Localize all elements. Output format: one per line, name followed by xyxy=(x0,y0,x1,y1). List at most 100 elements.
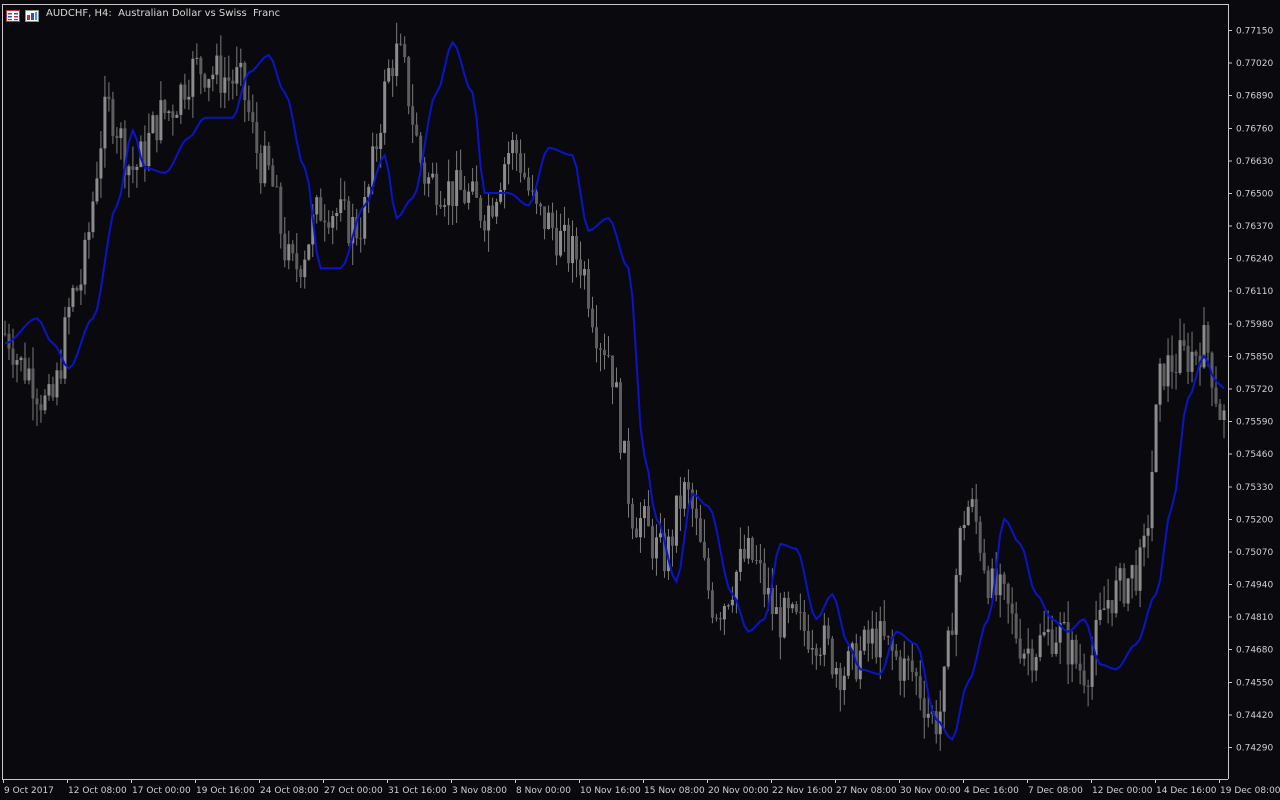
candle-body xyxy=(171,111,175,118)
candle-body xyxy=(1218,403,1222,420)
candle-body xyxy=(63,317,67,379)
candle-body xyxy=(275,186,279,188)
candle-body xyxy=(966,506,970,525)
candle-body xyxy=(646,506,650,527)
candle-body xyxy=(1114,580,1118,614)
candle-body xyxy=(431,173,435,178)
candle-body xyxy=(211,74,215,80)
candle-body xyxy=(379,132,383,149)
candle-body xyxy=(599,348,603,350)
price-label: 0.75590 xyxy=(1236,418,1273,428)
candle-body xyxy=(842,675,846,691)
candle-body xyxy=(902,658,906,681)
candle-body xyxy=(762,563,766,595)
candle-body xyxy=(127,166,131,176)
candle-body xyxy=(786,597,790,609)
chart-window[interactable]: AUDCHF, H4: Australian Dollar vs Swiss F… xyxy=(0,0,1280,800)
candle-body xyxy=(195,57,199,59)
candle-body xyxy=(511,140,515,154)
candle-body xyxy=(307,244,311,260)
candle-body xyxy=(810,648,814,650)
candle-body xyxy=(1018,638,1022,659)
candle-body xyxy=(271,165,275,187)
candle-body xyxy=(654,537,658,559)
candle-body xyxy=(463,189,467,203)
candle-body xyxy=(135,166,139,170)
time-label: 19 Oct 16:00 xyxy=(196,786,255,796)
candle-body xyxy=(283,233,287,261)
time-label: 19 Dec 08:00 xyxy=(1220,786,1280,796)
candle-body xyxy=(1182,340,1186,346)
candle-body xyxy=(1070,639,1074,665)
candle-body xyxy=(1110,600,1114,614)
price-label: 0.76760 xyxy=(1236,124,1273,134)
candle-body xyxy=(722,605,726,620)
candle-body xyxy=(918,676,922,699)
candle-body xyxy=(151,115,155,134)
candle-body xyxy=(942,666,946,712)
candle-body xyxy=(1142,535,1146,548)
candle-body xyxy=(886,635,890,638)
candle-body xyxy=(411,106,415,125)
candle-body xyxy=(427,177,431,184)
candle-body xyxy=(295,253,299,270)
candle-body xyxy=(567,224,571,264)
candle-body xyxy=(914,671,918,677)
candle-body xyxy=(1082,670,1086,686)
candle-body xyxy=(435,173,439,205)
candle-body xyxy=(758,560,762,564)
candle-body xyxy=(750,537,754,560)
price-label: 0.74810 xyxy=(1236,613,1273,623)
candle-body xyxy=(638,518,642,538)
candle-body xyxy=(910,660,914,672)
candle-body xyxy=(738,548,742,572)
candle-body xyxy=(682,482,686,509)
candle-body xyxy=(179,84,183,115)
candle-body xyxy=(730,599,734,606)
candle-body xyxy=(1026,648,1030,654)
candle-body xyxy=(1002,574,1006,584)
candle-body xyxy=(626,440,630,504)
candle-body xyxy=(742,548,746,559)
candle-body xyxy=(75,287,79,291)
candle-body xyxy=(1134,565,1138,591)
candle-body xyxy=(998,574,1002,596)
candle-body xyxy=(814,648,818,656)
candle-body xyxy=(475,181,479,198)
candle-body xyxy=(235,67,239,84)
candle-body xyxy=(958,528,962,576)
candle-body xyxy=(131,166,135,170)
candle-body xyxy=(970,499,974,507)
candle-body xyxy=(535,191,539,204)
candle-body xyxy=(339,199,343,213)
candle-body xyxy=(167,111,171,114)
candle-body xyxy=(447,181,451,206)
candle-body xyxy=(1106,600,1110,609)
candle-body xyxy=(1006,583,1010,604)
candle-body xyxy=(327,222,331,228)
candle-body xyxy=(51,384,55,398)
candle-body xyxy=(950,630,954,635)
candle-body xyxy=(407,57,411,107)
candle-body xyxy=(503,164,507,190)
candle-body xyxy=(1214,387,1218,404)
time-label: 8 Nov 00:00 xyxy=(516,786,571,796)
price-chart[interactable]: 0.77150 0.77020 0.76890 0.76760 0.76630 0.765… xyxy=(0,0,1280,800)
candle-body xyxy=(19,357,23,361)
candle-body xyxy=(579,259,583,276)
candle-body xyxy=(946,630,950,667)
candle-body xyxy=(199,57,203,75)
candle-body xyxy=(986,570,990,599)
candle-body xyxy=(607,355,611,357)
candle-body xyxy=(563,224,567,231)
candle-body xyxy=(1022,653,1026,659)
candle-body xyxy=(774,607,778,615)
candle-body xyxy=(642,506,646,519)
candle-body xyxy=(922,698,926,718)
candle-body xyxy=(934,711,938,735)
candle-body xyxy=(215,55,219,75)
candle-body xyxy=(99,148,103,179)
candle-body xyxy=(710,590,714,618)
candle-body xyxy=(1206,325,1210,353)
candle-body xyxy=(1162,363,1166,387)
